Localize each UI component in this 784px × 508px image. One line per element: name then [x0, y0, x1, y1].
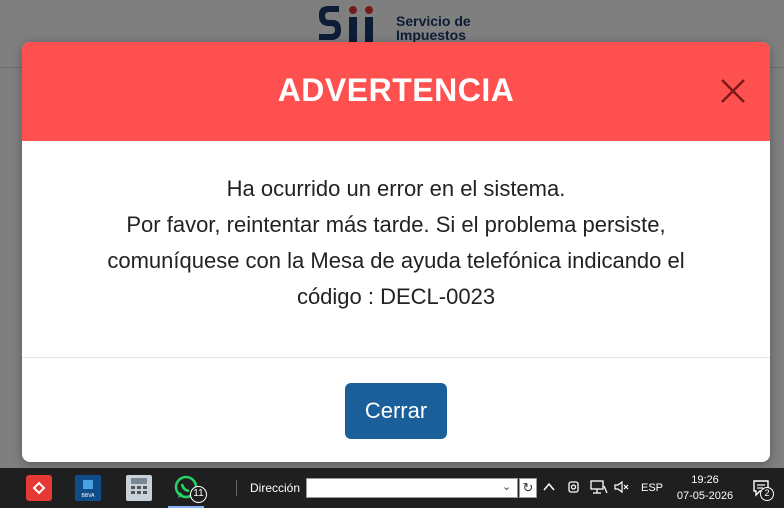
message-line-1: Ha ocurrido un error en el sistema. [226, 176, 566, 201]
chevron-up-icon[interactable] [543, 480, 555, 497]
network-icon[interactable] [590, 480, 608, 497]
notifications-badge: 2 [760, 487, 774, 501]
modal-title: ADVERTENCIA [277, 72, 515, 108]
refresh-icon[interactable]: ↻ [519, 478, 537, 498]
cerrar-button[interactable]: Cerrar [345, 383, 447, 439]
language-indicator[interactable]: ESP [641, 482, 663, 494]
address-label: Dirección [250, 481, 301, 495]
svg-text:BBVA: BBVA [82, 493, 96, 499]
chevron-down-icon[interactable]: ⌄ [502, 480, 511, 493]
message-line-3: comuníquese con la Mesa de ayuda telefón… [107, 248, 685, 273]
bbva-icon[interactable]: BBVA [75, 475, 101, 501]
message-line-2: Por favor, reintentar más tarde. Si el p… [126, 212, 666, 237]
taskbar: BBVA 11 Dirección ⌄ ↻ ESP 19:26 07-05-20… [0, 468, 784, 508]
message-line-4: código : DECL-0023 [296, 284, 496, 309]
address-input[interactable] [306, 478, 518, 498]
calculator-icon[interactable] [126, 475, 152, 501]
clock-time: 19:26 [691, 474, 719, 486]
modal-header: ADVERTENCIA [22, 42, 770, 141]
modal-body: Ha ocurrido un error en el sistema. Por … [22, 141, 770, 358]
clock-date: 07-05-2026 [676, 490, 734, 502]
red-app-icon[interactable] [26, 475, 52, 501]
modal-footer: Cerrar [22, 359, 770, 462]
close-icon[interactable] [718, 76, 748, 106]
warning-modal: ADVERTENCIA Ha ocurrido un error en el s… [22, 42, 770, 462]
clock[interactable]: 19:26 07-05-2026 [672, 472, 738, 504]
taskbar-separator [236, 480, 237, 496]
volume-muted-icon[interactable] [614, 480, 630, 497]
error-message: Ha ocurrido un error en el sistema. Por … [62, 171, 730, 315]
whatsapp-badge: 11 [190, 486, 207, 503]
camera-icon[interactable] [567, 480, 581, 497]
